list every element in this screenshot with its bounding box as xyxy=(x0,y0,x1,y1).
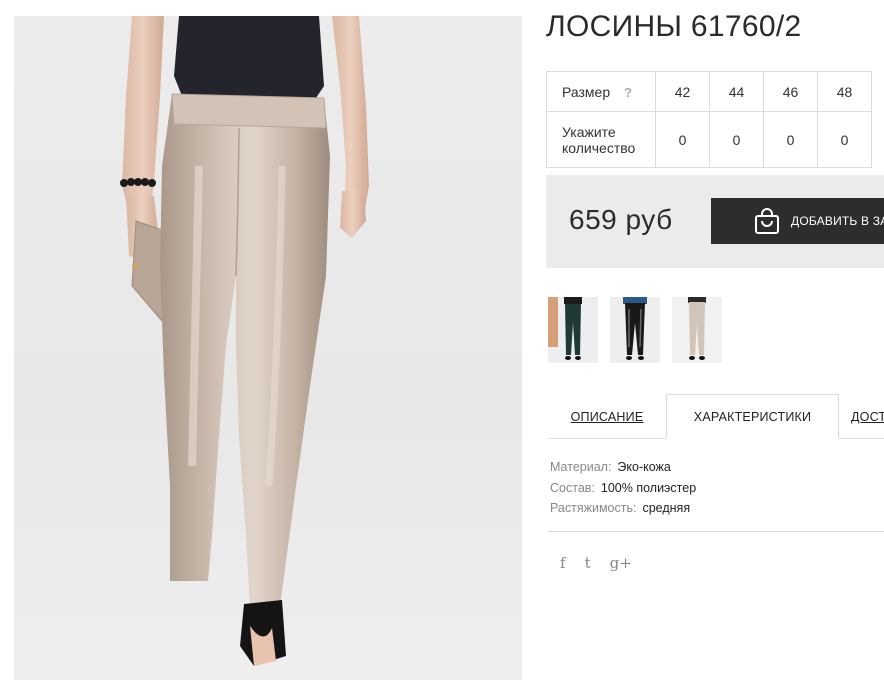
quantity-label-line2: количество xyxy=(562,139,636,156)
spec-row: Состав: 100% полиэстер xyxy=(550,478,696,499)
quantity-input-44[interactable]: 0 xyxy=(709,111,764,168)
tab-description[interactable]: ОПИСАНИЕ xyxy=(548,394,666,439)
product-title: ЛОСИНЫ 61760/2 xyxy=(546,10,802,43)
thumbnail-beige[interactable] xyxy=(672,297,722,363)
quantity-input-42[interactable]: 0 xyxy=(655,111,710,168)
price-panel: 659 руб ДОБАВИТЬ В ЗАКАЗ xyxy=(546,175,884,268)
characteristics-list: Материал: Эко-кожа Состав: 100% полиэстер … xyxy=(550,457,696,519)
quantity-label-cell: Укажите количество xyxy=(546,111,656,168)
size-46: 46 xyxy=(763,71,818,112)
section-divider xyxy=(548,531,884,532)
product-price: 659 руб xyxy=(569,204,673,235)
spec-key: Материал: xyxy=(550,460,612,474)
thumbnail-black[interactable] xyxy=(610,297,660,363)
size-help-icon[interactable]: ? xyxy=(624,85,632,100)
color-thumbnails xyxy=(548,297,722,363)
product-tabs: ОПИСАНИЕ ХАРАКТЕРИСТИКИ ДОСТАВКА xyxy=(548,394,884,439)
size-label-cell: Размер? xyxy=(546,71,656,112)
tab-delivery[interactable]: ДОСТАВКА xyxy=(851,394,884,439)
size-label: Размер xyxy=(562,83,611,100)
quantity-row: Укажите количество 0 0 0 0 xyxy=(546,111,872,168)
size-row: Размер? 42 44 46 48 xyxy=(546,71,872,112)
spec-key: Растяжимость: xyxy=(550,501,637,515)
google-plus-icon[interactable]: g+ xyxy=(610,554,632,572)
spec-value: 100% полиэстер xyxy=(600,480,697,495)
quantity-label-line1: Укажите xyxy=(562,123,616,140)
quantity-label: Укажите количество xyxy=(562,124,635,156)
quantity-input-46[interactable]: 0 xyxy=(763,111,818,168)
size-quantity-table: Размер? 42 44 46 48 Укажите количество 0… xyxy=(546,71,872,168)
size-48: 48 xyxy=(817,71,872,112)
size-42: 42 xyxy=(655,71,710,112)
thumbnail-dark-green[interactable] xyxy=(548,297,598,363)
shopping-bag-icon xyxy=(753,207,781,238)
product-main-image[interactable] xyxy=(14,16,522,680)
tab-characteristics[interactable]: ХАРАКТЕРИСТИКИ xyxy=(666,394,839,439)
spec-value: Эко-кожа xyxy=(617,460,671,474)
spec-value: средняя xyxy=(642,501,691,515)
add-to-order-label: ДОБАВИТЬ В ЗАКАЗ xyxy=(791,214,884,228)
spec-row: Материал: Эко-кожа xyxy=(550,457,696,478)
facebook-icon[interactable]: f xyxy=(560,554,566,572)
twitter-icon[interactable]: t xyxy=(585,554,591,572)
quantity-input-48[interactable]: 0 xyxy=(817,111,872,168)
size-44: 44 xyxy=(709,71,764,112)
spec-row: Растяжимость: средняя xyxy=(550,498,696,519)
add-to-order-button[interactable]: ДОБАВИТЬ В ЗАКАЗ xyxy=(711,198,884,244)
spec-key: Состав: xyxy=(550,480,595,495)
social-share: f t g+ xyxy=(560,554,632,572)
